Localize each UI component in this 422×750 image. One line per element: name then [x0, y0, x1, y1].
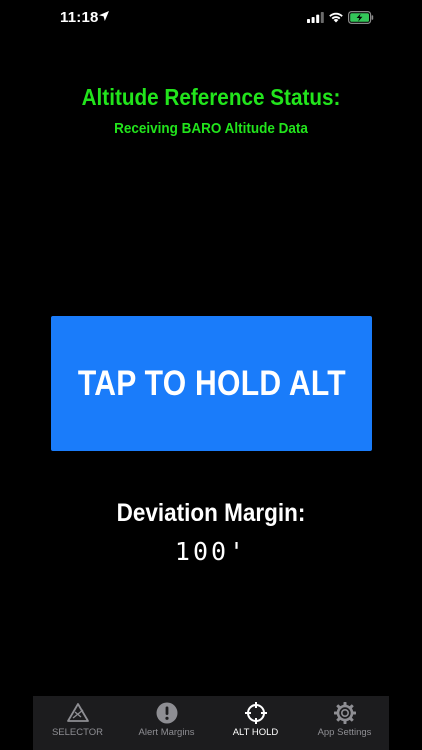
cellular-signal-icon — [307, 12, 324, 23]
deviation-margin-value: 100' — [174, 537, 248, 566]
location-arrow-icon — [99, 11, 109, 21]
deviation-margin-label: Deviation Margin: — [116, 499, 306, 527]
altitude-reference-status: Receiving BARO Altitude Data — [114, 120, 308, 137]
hold-button-label: TAP TO HOLD ALT — [77, 363, 346, 403]
tab-alt-hold-label: ALT HOLD — [232, 727, 279, 738]
tab-bar: SELECTOR Alert Margins ALT HOLD App Sett… — [33, 696, 389, 750]
selector-warning-icon — [66, 703, 89, 722]
gear-icon — [333, 702, 356, 724]
wifi-icon — [329, 12, 343, 23]
battery-charging-icon — [348, 11, 374, 24]
tab-app-settings[interactable]: App Settings — [300, 696, 389, 750]
tab-selector[interactable]: SELECTOR — [33, 696, 122, 750]
status-time: 11:18 — [60, 9, 99, 26]
tab-selector-label: SELECTOR — [51, 727, 104, 738]
altitude-reference-title: Altitude Reference Status: — [81, 84, 341, 110]
tab-app-settings-label: App Settings — [317, 727, 372, 738]
tap-to-hold-alt-button[interactable]: TAP TO HOLD ALT — [51, 316, 372, 451]
status-bar: 11:18 — [0, 0, 422, 36]
exclamation-circle-icon — [156, 702, 177, 724]
tab-alt-hold[interactable]: ALT HOLD — [211, 696, 300, 750]
crosshair-icon — [244, 702, 267, 724]
tab-alert-margins[interactable]: Alert Margins — [122, 696, 211, 750]
tab-alert-margins-label: Alert Margins — [138, 727, 195, 738]
